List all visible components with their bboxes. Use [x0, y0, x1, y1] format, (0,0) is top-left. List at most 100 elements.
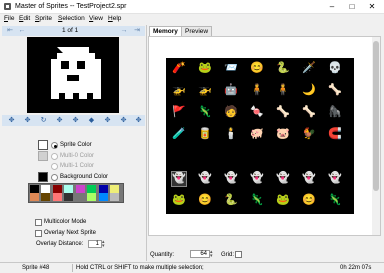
flip-h-button[interactable]: ✥ [100, 116, 115, 125]
sprite-cell[interactable]: 🚁 [172, 84, 186, 98]
sprite-cell[interactable] [328, 150, 342, 164]
sprite-cell[interactable]: 🧍 [276, 84, 290, 98]
sprite-color-swatch[interactable] [38, 140, 48, 150]
close-button[interactable]: ✕ [363, 0, 381, 13]
sprite-cell[interactable]: 👻 [328, 172, 342, 186]
sprite-cell[interactable]: 💀 [328, 62, 342, 76]
sprite-cell[interactable] [250, 150, 264, 164]
sprite-cell[interactable]: 🧑 [224, 106, 238, 120]
palette-color-14[interactable] [99, 193, 108, 201]
sprite-cell[interactable]: 🐸 [172, 194, 186, 208]
sprite-cell[interactable] [276, 150, 290, 164]
sprite-color-radio[interactable] [51, 142, 58, 149]
flip-v-button[interactable]: ✥ [116, 116, 131, 125]
palette-color-15[interactable] [110, 193, 119, 201]
palette-color-4[interactable] [76, 185, 85, 193]
overlay-checkbox[interactable] [35, 230, 42, 237]
menu-file[interactable]: File [4, 14, 15, 24]
menu-selection[interactable]: Selection [58, 14, 85, 24]
sprite-cell[interactable]: 🦎 [198, 106, 212, 120]
sprite-cell[interactable]: 👻 [198, 172, 212, 186]
sprite-cell[interactable]: 🐸 [198, 62, 212, 76]
palette-color-10[interactable] [53, 193, 62, 201]
sprite-cell[interactable]: 🧍 [250, 84, 264, 98]
sprite-cell[interactable]: 😊 [198, 194, 212, 208]
sprite-cell[interactable]: 📨 [224, 62, 238, 76]
palette-color-0[interactable] [30, 185, 39, 193]
sprite-cell[interactable]: 🚩 [172, 106, 186, 120]
minimize-button[interactable]: – [323, 0, 341, 13]
quantity-input[interactable]: 64 [190, 250, 210, 258]
sprite-cell[interactable]: 🗡️ [302, 62, 316, 76]
sprite-cell[interactable]: 🧲 [328, 128, 342, 142]
sprite-cell[interactable] [172, 150, 186, 164]
sprite-cell[interactable]: 🦍 [328, 106, 342, 120]
menu-sprite[interactable]: Sprite [35, 14, 52, 24]
horizontal-scrollbar[interactable] [149, 236, 371, 243]
background-color-radio[interactable] [51, 174, 58, 181]
palette-color-5[interactable] [87, 185, 96, 193]
first-sprite-button[interactable]: ⇤ [4, 26, 16, 36]
palette-color-11[interactable] [64, 193, 73, 201]
sprite-cell[interactable] [302, 150, 316, 164]
palette-color-3[interactable] [64, 185, 73, 193]
palette-color-1[interactable] [41, 185, 50, 193]
vertical-scroll-thumb[interactable] [373, 41, 379, 191]
sprite-cell[interactable]: 🐖 [250, 128, 264, 142]
sprite-cell[interactable]: 🐸 [276, 194, 290, 208]
sprite-cell[interactable]: 🧪 [172, 128, 186, 142]
palette-color-13[interactable] [87, 193, 96, 201]
sprite-cell[interactable]: 🥫 [198, 128, 212, 142]
next-sprite-button[interactable]: → [118, 26, 130, 36]
sprite-cell[interactable]: 🦎 [328, 194, 342, 208]
sprite-cell[interactable]: 👻 [276, 172, 290, 186]
tab-memory[interactable]: Memory [149, 26, 182, 36]
sprite-cell[interactable]: 👻 [171, 171, 187, 187]
sprite-cell[interactable]: 🧨 [172, 62, 186, 76]
sprite-editor-canvas[interactable] [27, 37, 119, 113]
last-sprite-button[interactable]: ⇥ [131, 26, 143, 36]
shift-down-button[interactable]: ✥ [52, 116, 67, 125]
sprite-cell[interactable]: 🐍 [224, 194, 238, 208]
palette-color-12[interactable] [76, 193, 85, 201]
sprite-cell[interactable]: 🐍 [276, 62, 290, 76]
sprite-cell[interactable]: 👻 [302, 172, 316, 186]
sprite-cell[interactable]: 🍬 [250, 106, 264, 120]
maximize-button[interactable]: □ [343, 0, 361, 13]
prev-sprite-button[interactable]: ← [16, 26, 28, 36]
sprite-cell[interactable]: 🐓 [302, 128, 316, 142]
panel-divider[interactable] [146, 25, 147, 261]
invert-button[interactable]: ✥ [131, 116, 146, 125]
sprite-cell[interactable]: 🕯️ [224, 128, 238, 142]
palette-color-2[interactable] [53, 185, 62, 193]
sprite-cell[interactable]: 🦎 [250, 194, 264, 208]
overlay-distance-spinner[interactable]: ▴ ▾ [102, 240, 108, 249]
palette-color-9[interactable] [41, 193, 50, 201]
menu-edit[interactable]: Edit [19, 14, 30, 24]
menu-view[interactable]: View [89, 14, 103, 24]
vertical-scrollbar[interactable] [372, 37, 380, 235]
background-color-swatch[interactable] [38, 172, 48, 182]
overlay-distance-input[interactable]: 1 [88, 240, 102, 248]
sprite-cell[interactable] [224, 150, 238, 164]
shift-up-button[interactable]: ✥ [20, 116, 35, 125]
tab-preview[interactable]: Preview [181, 26, 213, 36]
sprite-cell[interactable]: 😊 [302, 194, 316, 208]
sprite-cell[interactable]: 🦴 [302, 106, 316, 120]
sprite-cell[interactable]: 🐷 [276, 128, 290, 142]
shift-left-button[interactable]: ✥ [4, 116, 19, 125]
sprite-cell[interactable]: 🦴 [328, 84, 342, 98]
center-button[interactable]: ◆ [84, 116, 99, 125]
menu-help[interactable]: Help [108, 14, 121, 24]
sprite-cell[interactable]: 👻 [250, 172, 264, 186]
sprite-cell[interactable]: 😊 [250, 62, 264, 76]
sprite-cell[interactable]: 👻 [224, 172, 238, 186]
palette-color-8[interactable] [30, 193, 39, 201]
quantity-spinner[interactable]: ▴ ▾ [210, 250, 216, 259]
sprite-cell[interactable]: 🦴 [276, 106, 290, 120]
sprite-cell[interactable]: 🌙 [302, 84, 316, 98]
multicolor-checkbox[interactable] [35, 219, 42, 226]
sprite-sheet[interactable]: 🧨 🐸 📨 😊 🐍 🗡️ 💀 🚁 🚁 🤖 🧍 🧍 🌙 🦴 🚩 🦎 🧑 🍬 🦴 🦴 🦍 🧪 🥫 🕯️ 🐖 🐷 🐓 🧲 👻 👻 👻 👻 👻 👻 👻 🐸 😊 🐍… [166, 58, 354, 214]
sprite-cell[interactable] [198, 150, 212, 164]
palette-color-6[interactable] [99, 185, 108, 193]
